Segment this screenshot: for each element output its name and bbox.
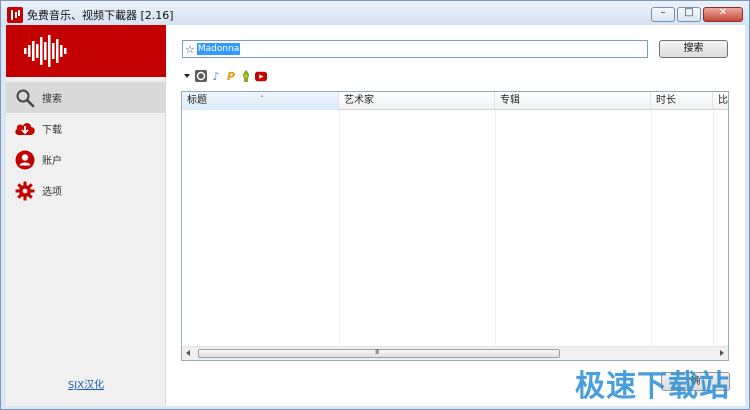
minimize-button[interactable]: – <box>651 7 675 22</box>
sound-wave-logo-icon <box>24 35 67 67</box>
column-header-duration[interactable]: 时长 <box>651 92 713 110</box>
scrollbar-grip: III <box>375 348 379 356</box>
column-divider <box>339 110 340 350</box>
favorite-star-icon[interactable]: ☆ <box>185 43 195 56</box>
sidebar-item-label: 账户 <box>42 156 62 167</box>
soundcloud-icon[interactable] <box>240 70 252 82</box>
search-input-value: Madonna <box>196 43 241 55</box>
sidebar: 搜索 下载 账户 选项 SJX汉化 <box>6 25 166 406</box>
window-controls: – □ ✕ <box>651 7 743 22</box>
minimize-icon: – <box>660 7 666 18</box>
user-icon <box>14 149 36 171</box>
column-header-label: 比 <box>718 95 728 106</box>
column-header-bitrate[interactable]: 比 <box>713 92 728 110</box>
close-button[interactable]: ✕ <box>703 7 743 22</box>
sidebar-item-label: 下载 <box>42 125 62 136</box>
translator-credit-link[interactable]: SJX汉化 <box>6 376 166 391</box>
column-header-label: 专辑 <box>500 95 520 106</box>
app-logo <box>6 25 166 77</box>
search-icon <box>14 87 36 109</box>
search-input[interactable]: ☆ Madonna <box>182 40 648 58</box>
sidebar-item-search[interactable]: 搜索 <box>6 82 166 113</box>
youtube-icon[interactable] <box>255 70 267 82</box>
client-area: 搜索 下载 账户 选项 SJX汉化 ☆ Madonna 搜索 ♪ P 标题 ˆ … <box>6 25 745 406</box>
app-icon <box>7 7 23 23</box>
column-header-album[interactable]: 专辑 <box>495 92 651 110</box>
sidebar-item-account[interactable]: 账户 <box>6 144 166 175</box>
sort-ascending-icon: ˆ <box>260 95 264 104</box>
gear-icon <box>14 180 36 202</box>
maximize-icon: □ <box>684 7 694 18</box>
sidebar-item-label: 选项 <box>42 187 62 198</box>
sidebar-item-download[interactable]: 下载 <box>6 113 166 144</box>
results-table[interactable]: 标题 ˆ 艺术家 专辑 时长 比 III <box>181 91 729 361</box>
title-bar: 免费音乐、视频下載器 [2.16] – □ ✕ <box>1 1 749 27</box>
scroll-left-arrow-icon[interactable] <box>186 350 190 356</box>
column-divider <box>651 110 652 350</box>
source-selector: ♪ P <box>184 69 267 83</box>
column-header-label: 艺术家 <box>344 95 374 106</box>
column-header-title[interactable]: 标题 ˆ <box>182 92 339 110</box>
scrollbar-thumb[interactable]: III <box>198 348 560 358</box>
column-header-label: 时长 <box>656 95 676 106</box>
dropdown-icon[interactable] <box>184 74 190 78</box>
window-title: 免费音乐、视频下載器 [2.16] <box>27 9 174 22</box>
download-cloud-icon <box>14 118 36 140</box>
table-header: 标题 ˆ 艺术家 专辑 时长 比 <box>182 92 728 110</box>
search-button[interactable]: 搜索 <box>659 40 728 58</box>
column-divider <box>495 110 496 350</box>
sidebar-item-label: 搜索 <box>42 94 62 105</box>
close-icon: ✕ <box>718 7 728 18</box>
column-header-label: 标题 <box>187 95 207 106</box>
music-note-icon[interactable]: ♪ <box>210 70 222 83</box>
scroll-right-arrow-icon[interactable] <box>720 350 724 356</box>
horizontal-scrollbar[interactable]: III <box>182 346 728 360</box>
column-header-artist[interactable]: 艺术家 <box>339 92 495 110</box>
pandora-icon[interactable]: P <box>225 70 237 83</box>
sidebar-item-options[interactable]: 选项 <box>6 175 166 206</box>
app-window: 免费音乐、视频下載器 [2.16] – □ ✕ 搜索 下载 账户 选项 SJX汉… <box>0 0 750 410</box>
site-watermark: 极速下载站 <box>575 369 730 404</box>
maximize-button[interactable]: □ <box>677 7 701 22</box>
column-divider <box>713 110 714 350</box>
grooveshark-icon[interactable] <box>195 70 207 82</box>
